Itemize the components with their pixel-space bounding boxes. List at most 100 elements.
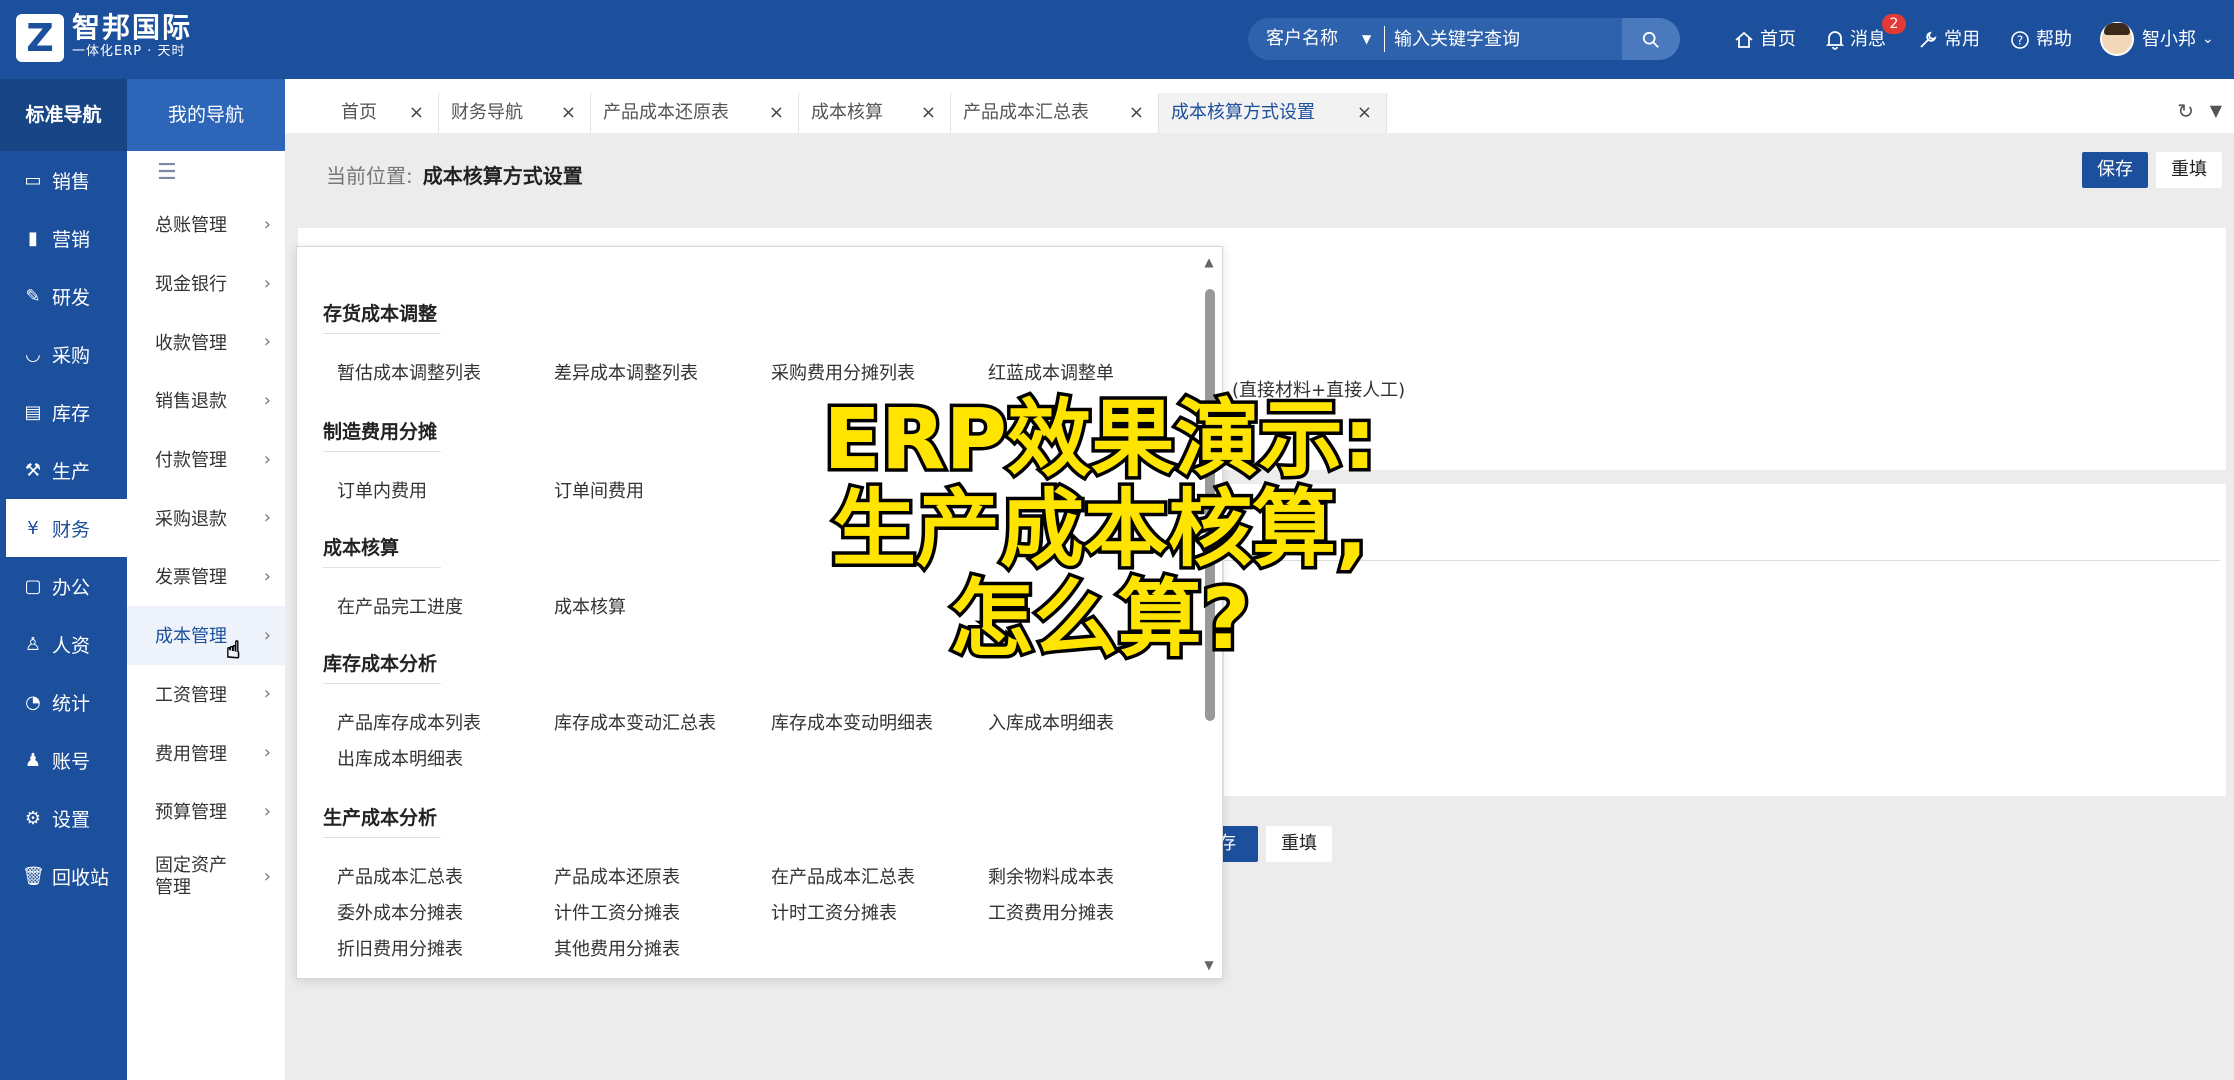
nav-messages[interactable]: 消息 xyxy=(1826,0,1886,79)
subnav-item-label: 付款管理 xyxy=(155,450,227,472)
reset-button[interactable]: 重填 xyxy=(2156,152,2222,188)
menu-link[interactable]: 其他费用分摊表 xyxy=(554,935,680,961)
nav-home[interactable]: 首页 xyxy=(1734,0,1796,79)
nav-common[interactable]: 常用 xyxy=(1918,0,1980,79)
menu-link[interactable]: 剩余物料成本表 xyxy=(988,863,1114,889)
sidebar-item-recycle[interactable]: 🗑 回收站 xyxy=(0,847,127,905)
sidebar-item-label: 账号 xyxy=(52,750,91,773)
subnav-item-expenses[interactable]: 费用管理 › xyxy=(127,723,285,782)
menu-link[interactable]: 计件工资分摊表 xyxy=(554,899,680,925)
gear-icon: ⚙ xyxy=(24,807,42,829)
tab-label: 财务导航 xyxy=(451,102,523,123)
sidebar-item-production[interactable]: ⚒ 生产 xyxy=(0,441,127,499)
caret-down-icon[interactable]: ▼ xyxy=(2210,101,2222,120)
subnav-item-sales-refund[interactable]: 销售退款 › xyxy=(127,371,285,430)
sidebar-item-settings[interactable]: ⚙ 设置 xyxy=(0,789,127,847)
close-icon[interactable]: × xyxy=(1357,93,1372,133)
tab-cost-accounting[interactable]: 成本核算 × xyxy=(799,93,951,133)
tab-cost-reduction[interactable]: 产品成本还原表 × xyxy=(591,93,799,133)
sidebar-item-label: 营销 xyxy=(52,228,91,251)
menu-link[interactable]: 红蓝成本调整单 xyxy=(988,359,1114,385)
refresh-icon[interactable]: ↻ xyxy=(2177,99,2194,123)
yen-icon: ¥ xyxy=(27,517,39,539)
subnav-item-payroll[interactable]: 工资管理 › xyxy=(127,665,285,724)
menu-link[interactable]: 入库成本明细表 xyxy=(988,709,1114,735)
sidebar-title[interactable]: 标准导航 xyxy=(0,79,127,151)
menu-link[interactable]: 订单内费用 xyxy=(337,477,427,503)
reset-button-bottom[interactable]: 重填 xyxy=(1266,826,1332,862)
top-bar: Z 智邦国际 一体化ERP · 天时 客户名称 ▼ 首页 消息 2 常用 ? 帮… xyxy=(0,0,2234,79)
sidebar-item-label: 回收站 xyxy=(52,866,110,889)
close-icon[interactable]: × xyxy=(769,93,784,133)
subnav-title[interactable]: 我的导航 xyxy=(127,79,285,151)
sidebar-item-marketing[interactable]: ▮ 营销 xyxy=(0,209,127,267)
subnav-item-receipts[interactable]: 收款管理 › xyxy=(127,312,285,371)
chevron-right-icon: › xyxy=(263,272,271,294)
subnav-item-budget[interactable]: 预算管理 › xyxy=(127,782,285,841)
scroll-down-icon[interactable]: ▼ xyxy=(1202,958,1216,972)
chevron-right-icon: › xyxy=(263,331,271,353)
subnav-item-invoices[interactable]: 发票管理 › xyxy=(127,547,285,606)
search-separator xyxy=(1384,26,1385,52)
menu-link[interactable]: 产品成本汇总表 xyxy=(337,863,463,889)
subnav-item-fixed-assets[interactable]: 固定资产管理 › xyxy=(127,841,285,913)
caption-overlay: ERP效果演示: 生产成本核算, 怎么算? xyxy=(760,391,1440,668)
menu-link[interactable]: 计时工资分摊表 xyxy=(771,899,897,925)
close-icon[interactable]: × xyxy=(561,93,576,133)
menu-link[interactable]: 折旧费用分摊表 xyxy=(337,935,463,961)
scroll-up-icon[interactable]: ▲ xyxy=(1202,255,1216,269)
save-button[interactable]: 保存 xyxy=(2082,152,2148,188)
sidebar-item-office[interactable]: ▢ 办公 xyxy=(0,557,127,615)
sidebar-item-rnd[interactable]: ✎ 研发 xyxy=(0,267,127,325)
sidebar-item-label: 人资 xyxy=(52,634,91,657)
close-icon[interactable]: × xyxy=(1129,93,1144,133)
sidebar-item-purchase[interactable]: ◡ 采购 xyxy=(0,325,127,383)
tab-home[interactable]: 首页 × xyxy=(285,93,439,133)
menu-link[interactable]: 工资费用分摊表 xyxy=(988,899,1114,925)
search-button[interactable] xyxy=(1622,18,1680,60)
user-name: 智小邦 xyxy=(2142,29,2196,50)
tab-cost-method-settings[interactable]: 成本核算方式设置 × xyxy=(1159,93,1387,133)
inventory-icon: ▤ xyxy=(24,401,42,423)
menu-link[interactable]: 成本核算 xyxy=(554,593,626,619)
tab-label: 首页 xyxy=(341,102,377,123)
menu-link[interactable]: 库存成本变动明细表 xyxy=(771,709,933,735)
caret-down-icon[interactable]: ▼ xyxy=(1362,18,1371,60)
search-input[interactable] xyxy=(1394,18,1604,60)
user-menu[interactable]: 智小邦 ⌄ xyxy=(2142,0,2214,79)
sidebar-item-hr[interactable]: ♙ 人资 xyxy=(0,615,127,673)
subnav-item-cost[interactable]: 成本管理 › xyxy=(127,605,285,665)
tab-finance-nav[interactable]: 财务导航 × xyxy=(439,93,591,133)
tab-label: 成本核算 xyxy=(811,102,883,123)
nav-help[interactable]: ? 帮助 xyxy=(2010,0,2072,79)
menu-link[interactable]: 产品成本还原表 xyxy=(554,863,680,889)
tab-cost-summary[interactable]: 产品成本汇总表 × xyxy=(951,93,1159,133)
menu-link[interactable]: 订单间费用 xyxy=(554,477,644,503)
sidebar-item-sales[interactable]: ▭ 销售 xyxy=(0,151,127,209)
menu-link[interactable]: 在产品成本汇总表 xyxy=(771,863,915,889)
wrench-icon xyxy=(1920,31,1937,48)
menu-link[interactable]: 差异成本调整列表 xyxy=(554,359,698,385)
menu-link[interactable]: 产品库存成本列表 xyxy=(337,709,481,735)
avatar[interactable] xyxy=(2100,22,2134,56)
search-scope-select[interactable]: 客户名称 xyxy=(1266,18,1338,60)
menu-link[interactable]: 库存成本变动汇总表 xyxy=(554,709,716,735)
collapse-menu-icon[interactable]: ☰ xyxy=(127,151,285,195)
sidebar-item-finance[interactable]: ¥ 财务 xyxy=(6,499,127,557)
subnav-item-ledger[interactable]: 总账管理 › xyxy=(127,195,285,254)
menu-link[interactable]: 出库成本明细表 xyxy=(337,745,463,771)
sidebar-item-label: 销售 xyxy=(52,170,91,193)
menu-link[interactable]: 采购费用分摊列表 xyxy=(771,359,915,385)
sidebar-item-account[interactable]: ♟ 账号 xyxy=(0,731,127,789)
subnav-item-payments[interactable]: 付款管理 › xyxy=(127,430,285,489)
subnav-item-cash[interactable]: 现金银行 › xyxy=(127,254,285,313)
close-icon[interactable]: × xyxy=(409,93,424,133)
close-icon[interactable]: × xyxy=(921,93,936,133)
sidebar-item-inventory[interactable]: ▤ 库存 xyxy=(0,383,127,441)
menu-link[interactable]: 暂估成本调整列表 xyxy=(337,359,481,385)
sidebar-item-stats[interactable]: ◔ 统计 xyxy=(0,673,127,731)
nav-help-label: 帮助 xyxy=(2036,29,2072,50)
menu-link[interactable]: 委外成本分摊表 xyxy=(337,899,463,925)
subnav-item-purchase-refund[interactable]: 采购退款 › xyxy=(127,488,285,547)
menu-link[interactable]: 在产品完工进度 xyxy=(337,593,463,619)
